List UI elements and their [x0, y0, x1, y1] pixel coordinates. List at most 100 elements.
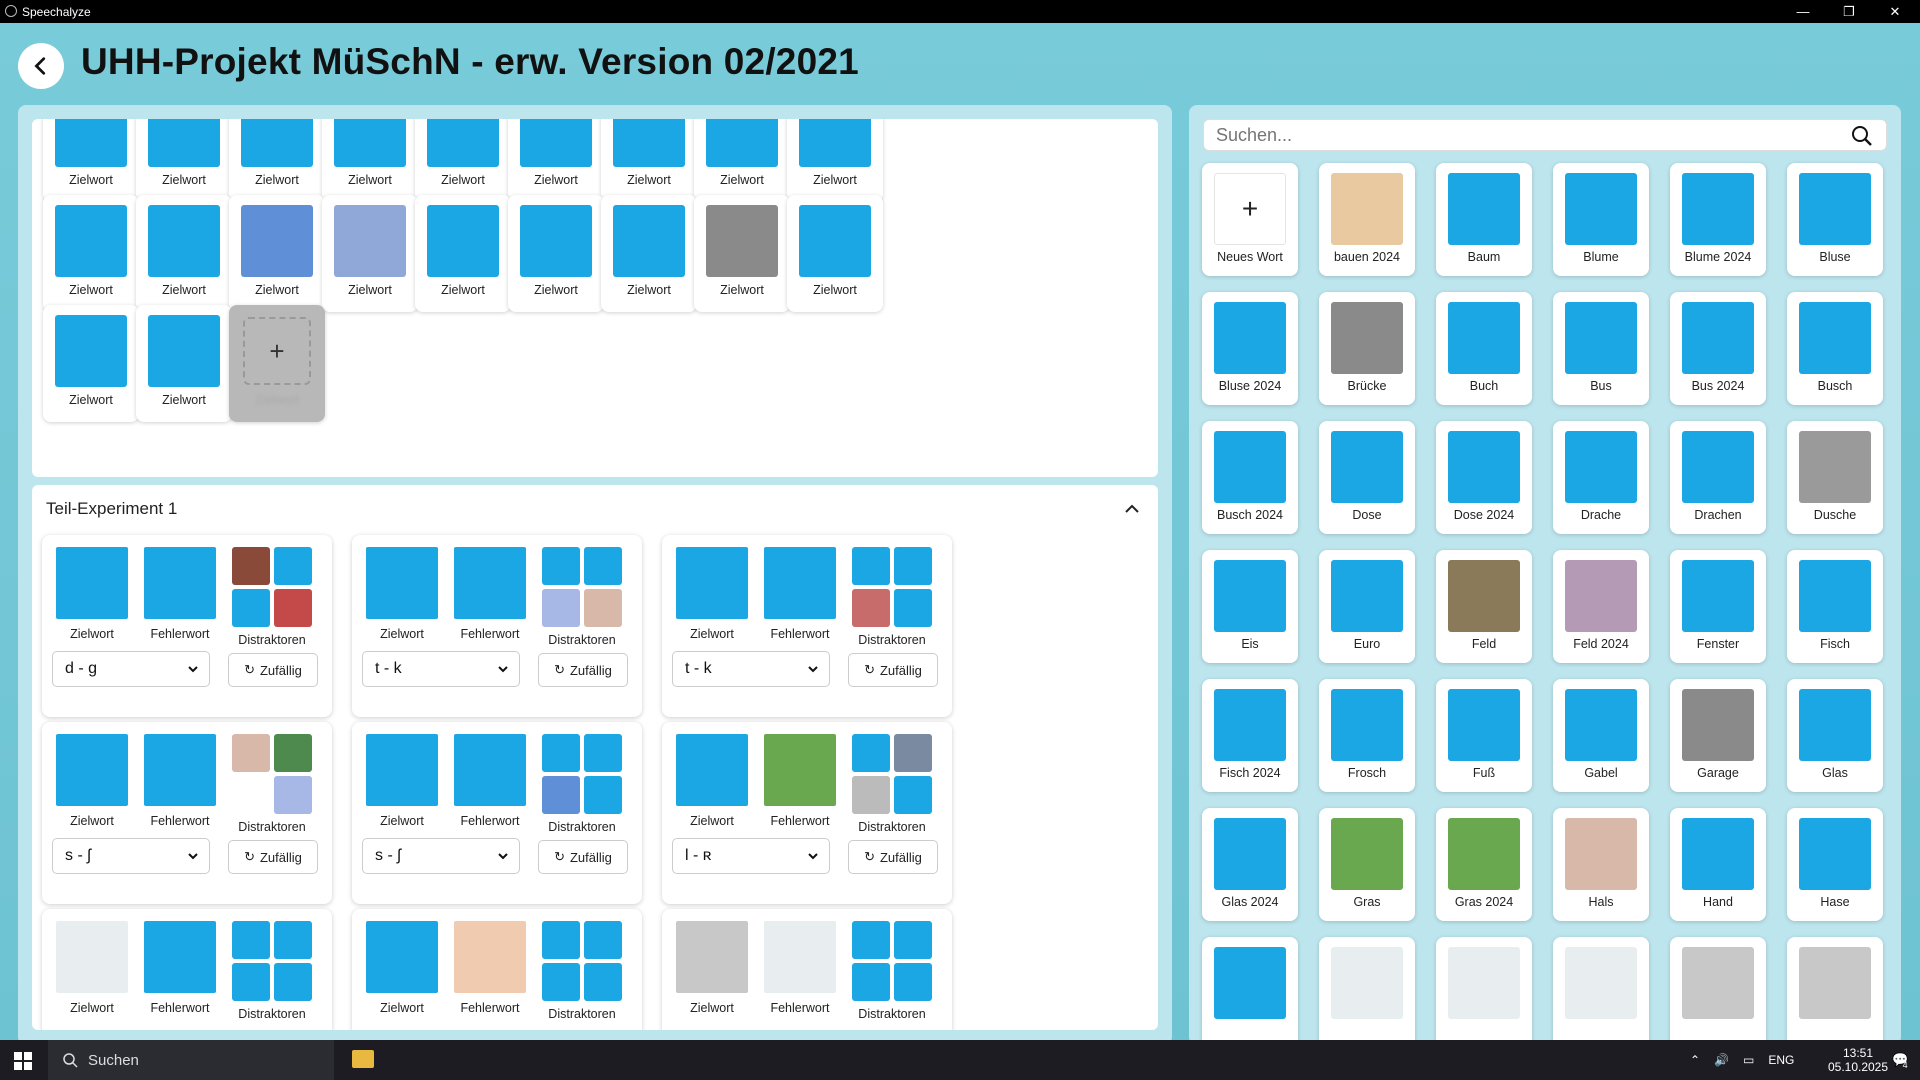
- distractor-image[interactable]: [584, 963, 622, 1001]
- library-word-tile[interactable]: Hand: [1670, 808, 1766, 921]
- new-word-tile[interactable]: + Neues Wort: [1202, 163, 1298, 276]
- distractor-image[interactable]: [894, 734, 932, 772]
- library-word-tile[interactable]: Buch: [1436, 292, 1532, 405]
- language-indicator[interactable]: ENG: [1768, 1053, 1794, 1067]
- random-button[interactable]: ↻ Zufällig: [538, 840, 628, 874]
- distractor-image[interactable]: [852, 589, 890, 627]
- library-word-tile[interactable]: Blume 2024: [1670, 163, 1766, 276]
- distractor-image[interactable]: [232, 776, 270, 814]
- volume-icon[interactable]: 🔊: [1714, 1053, 1729, 1067]
- library-word-tile[interactable]: Drache: [1553, 421, 1649, 534]
- network-icon[interactable]: ▭: [1743, 1053, 1754, 1067]
- distractor-image[interactable]: [584, 921, 622, 959]
- library-word-tile[interactable]: [1202, 937, 1298, 1050]
- library-word-tile[interactable]: bauen 2024: [1319, 163, 1415, 276]
- random-button[interactable]: ↻ Zufällig: [228, 653, 318, 687]
- library-word-tile[interactable]: [1436, 937, 1532, 1050]
- target-image[interactable]: [366, 921, 438, 993]
- error-image[interactable]: [764, 921, 836, 993]
- word-tile[interactable]: Zielwort: [415, 119, 511, 202]
- error-image[interactable]: [764, 547, 836, 619]
- distractor-image[interactable]: [894, 547, 932, 585]
- taskbar-search[interactable]: Suchen: [48, 1040, 334, 1080]
- search-input[interactable]: [1216, 125, 1816, 146]
- tray-chevron-icon[interactable]: ⌃: [1690, 1053, 1700, 1067]
- library-word-tile[interactable]: [1670, 937, 1766, 1050]
- library-word-tile[interactable]: [1319, 937, 1415, 1050]
- random-button[interactable]: ↻ Zufällig: [228, 840, 318, 874]
- library-word-tile[interactable]: Feld 2024: [1553, 550, 1649, 663]
- word-tile[interactable]: Zielwort: [694, 119, 790, 202]
- distractor-image[interactable]: [894, 963, 932, 1001]
- distractor-image[interactable]: [542, 589, 580, 627]
- distractor-image[interactable]: [542, 547, 580, 585]
- chevron-up-icon[interactable]: [1122, 499, 1142, 519]
- distractor-image[interactable]: [852, 734, 890, 772]
- distractor-image[interactable]: [542, 921, 580, 959]
- library-search[interactable]: [1203, 119, 1887, 151]
- library-word-tile[interactable]: Frosch: [1319, 679, 1415, 792]
- distractor-image[interactable]: [542, 963, 580, 1001]
- target-image[interactable]: [676, 734, 748, 806]
- distractor-image[interactable]: [542, 734, 580, 772]
- restore-button[interactable]: ❐: [1826, 0, 1872, 23]
- word-tile[interactable]: Zielwort: [322, 119, 418, 202]
- library-word-tile[interactable]: Glas: [1787, 679, 1883, 792]
- library-word-tile[interactable]: Fenster: [1670, 550, 1766, 663]
- library-word-tile[interactable]: Bus: [1553, 292, 1649, 405]
- back-button[interactable]: [18, 43, 64, 89]
- library-word-tile[interactable]: Brücke: [1319, 292, 1415, 405]
- distractor-image[interactable]: [894, 589, 932, 627]
- distractor-image[interactable]: [584, 776, 622, 814]
- distractor-image[interactable]: [274, 547, 312, 585]
- target-image[interactable]: [56, 734, 128, 806]
- close-button[interactable]: ✕: [1872, 0, 1918, 23]
- distractor-image[interactable]: [894, 921, 932, 959]
- distractor-image[interactable]: [584, 589, 622, 627]
- windows-start-icon[interactable]: [14, 1052, 32, 1070]
- library-word-tile[interactable]: Feld: [1436, 550, 1532, 663]
- word-tile[interactable]: Zielwort: [415, 195, 511, 312]
- distractor-image[interactable]: [852, 963, 890, 1001]
- distractor-image[interactable]: [894, 776, 932, 814]
- phoneme-pair-select[interactable]: t - k: [672, 651, 830, 687]
- error-image[interactable]: [454, 921, 526, 993]
- add-word-tile[interactable]: + Zielwort: [229, 305, 325, 422]
- error-image[interactable]: [454, 734, 526, 806]
- word-tile[interactable]: Zielwort: [229, 119, 325, 202]
- target-image[interactable]: [56, 547, 128, 619]
- target-image[interactable]: [366, 547, 438, 619]
- library-word-tile[interactable]: Fisch 2024: [1202, 679, 1298, 792]
- distractor-image[interactable]: [232, 547, 270, 585]
- distractor-image[interactable]: [852, 776, 890, 814]
- distractor-image[interactable]: [232, 589, 270, 627]
- library-word-tile[interactable]: Busch 2024: [1202, 421, 1298, 534]
- word-tile[interactable]: Zielwort: [601, 119, 697, 202]
- distractor-image[interactable]: [232, 963, 270, 1001]
- library-word-tile[interactable]: Drachen: [1670, 421, 1766, 534]
- file-explorer-icon[interactable]: [352, 1050, 374, 1068]
- distractor-image[interactable]: [852, 547, 890, 585]
- library-word-tile[interactable]: Hals: [1553, 808, 1649, 921]
- library-word-tile[interactable]: Glas 2024: [1202, 808, 1298, 921]
- library-word-tile[interactable]: Gras 2024: [1436, 808, 1532, 921]
- phoneme-pair-select[interactable]: t - k: [362, 651, 520, 687]
- random-button[interactable]: ↻ Zufällig: [538, 653, 628, 687]
- distractor-image[interactable]: [274, 734, 312, 772]
- word-tile[interactable]: Zielwort: [136, 195, 232, 312]
- distractor-image[interactable]: [274, 589, 312, 627]
- distractor-image[interactable]: [584, 734, 622, 772]
- word-tile[interactable]: Zielwort: [787, 195, 883, 312]
- phoneme-pair-select[interactable]: l - ʀ: [672, 838, 830, 874]
- library-word-tile[interactable]: Fisch: [1787, 550, 1883, 663]
- target-image[interactable]: [56, 921, 128, 993]
- error-image[interactable]: [764, 734, 836, 806]
- distractor-image[interactable]: [852, 921, 890, 959]
- search-icon[interactable]: [1850, 124, 1874, 148]
- library-word-tile[interactable]: Hase: [1787, 808, 1883, 921]
- library-word-tile[interactable]: [1787, 937, 1883, 1050]
- target-image[interactable]: [676, 547, 748, 619]
- error-image[interactable]: [454, 547, 526, 619]
- error-image[interactable]: [144, 921, 216, 993]
- library-word-tile[interactable]: Blume: [1553, 163, 1649, 276]
